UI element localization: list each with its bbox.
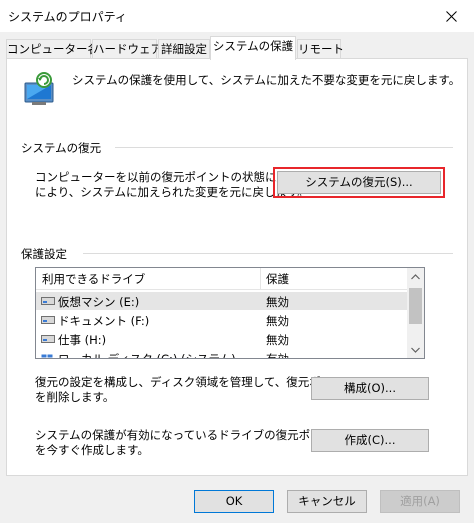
configure-text-line1: 復元の設定を構成し、ディスク領域を管理して、復元ポイント bbox=[35, 375, 356, 389]
tab-computer-name[interactable]: コンピューター名 bbox=[6, 39, 99, 59]
apply-button[interactable]: 適用(A) bbox=[380, 490, 460, 513]
drive-name: 仮想マシン (E:) bbox=[58, 295, 140, 309]
settings-group-divider bbox=[83, 253, 453, 254]
chevron-up-icon bbox=[411, 273, 420, 279]
tab-remote[interactable]: リモート bbox=[297, 39, 344, 59]
restore-group-divider bbox=[115, 147, 453, 148]
tab-system-protection[interactable]: システムの保護 bbox=[210, 36, 296, 60]
system-restore-button[interactable]: システムの復元(S)... bbox=[273, 167, 445, 198]
drive-row[interactable]: 仮想マシン (E:) 無効 bbox=[36, 292, 407, 310]
drive-list-header: 利用できるドライブ 保護 bbox=[36, 268, 407, 290]
system-protection-icon bbox=[24, 72, 54, 105]
windows-drive-icon bbox=[41, 354, 53, 358]
create-button[interactable]: 作成(C)... bbox=[311, 429, 429, 452]
drive-icon bbox=[41, 335, 55, 343]
create-text-line2: を今すぐ作成します。 bbox=[35, 443, 149, 457]
title-bar: システムのプロパティ bbox=[0, 0, 474, 32]
drive-row[interactable]: 仕事 (H:) 無効 bbox=[36, 330, 407, 348]
drive-list-scrollbar[interactable] bbox=[407, 268, 424, 358]
restore-group-title: システムの復元 bbox=[21, 141, 102, 155]
scroll-down-button[interactable] bbox=[407, 341, 424, 358]
drive-protection-status: 有効 bbox=[266, 352, 289, 359]
drive-protection-status: 無効 bbox=[266, 314, 289, 328]
column-header-drive[interactable]: 利用できるドライブ bbox=[42, 271, 145, 287]
close-button[interactable] bbox=[428, 0, 474, 32]
settings-group-title: 保護設定 bbox=[21, 247, 67, 261]
drive-name: 仕事 (H:) bbox=[58, 333, 107, 347]
tab-strip: コンピューター名 ハードウェア 詳細設定 システムの保護 リモート bbox=[6, 36, 468, 60]
protection-description: システムの保護を使用して、システムに加えた不要な変更を元に戻します。 bbox=[72, 73, 461, 87]
create-text-line1: システムの保護が有効になっているドライブの復元ポイント bbox=[35, 428, 345, 442]
column-header-protection[interactable]: 保護 bbox=[266, 271, 289, 287]
scroll-thumb[interactable] bbox=[409, 288, 422, 324]
cancel-button[interactable]: キャンセル bbox=[287, 490, 367, 513]
drive-name: ドキュメント (F:) bbox=[58, 314, 150, 328]
drive-icon bbox=[41, 316, 55, 324]
close-icon bbox=[445, 10, 457, 22]
tab-panel-system-protection: システムの保護を使用して、システムに加えた不要な変更を元に戻します。 システムの… bbox=[6, 58, 468, 476]
ok-button[interactable]: OK bbox=[194, 490, 274, 513]
column-separator bbox=[260, 268, 261, 290]
window-title: システムのプロパティ bbox=[8, 10, 127, 24]
tab-advanced[interactable]: 詳細設定 bbox=[158, 39, 210, 59]
scroll-up-button[interactable] bbox=[407, 268, 424, 285]
configure-text-line2: を削除します。 bbox=[35, 390, 115, 404]
drive-list[interactable]: 利用できるドライブ 保護 仮想マシン (E:) 無効 ドキュメント (F:) 無… bbox=[35, 267, 425, 359]
restore-text-line2: により、システムに加えられた変更を元に戻します。 bbox=[35, 185, 309, 199]
configure-button[interactable]: 構成(O)... bbox=[311, 377, 429, 400]
drive-protection-status: 無効 bbox=[266, 295, 289, 309]
drive-name: ローカル ディスク (C:) (システム) bbox=[58, 352, 236, 359]
drive-protection-status: 無効 bbox=[266, 333, 289, 347]
tab-hardware[interactable]: ハードウェア bbox=[92, 39, 162, 59]
drive-icon bbox=[41, 297, 55, 305]
chevron-down-icon bbox=[411, 347, 420, 353]
drive-row[interactable]: ローカル ディスク (C:) (システム) 有効 bbox=[36, 349, 407, 359]
drive-row[interactable]: ドキュメント (F:) 無効 bbox=[36, 311, 407, 329]
